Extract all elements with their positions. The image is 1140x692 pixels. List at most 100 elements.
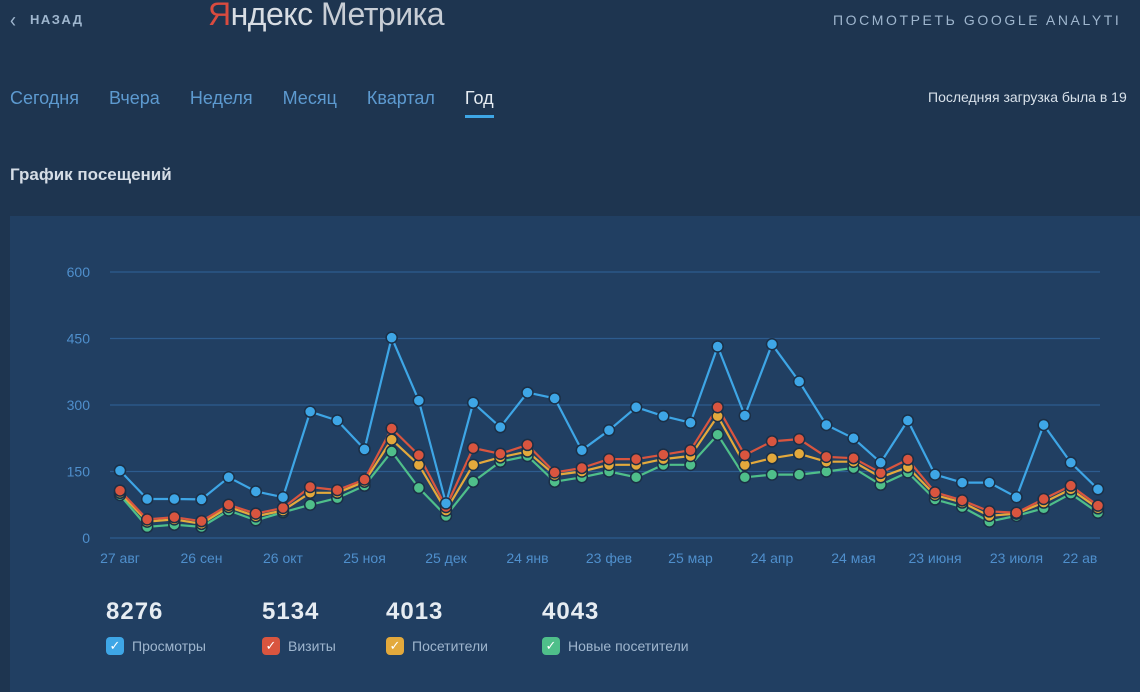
data-point-visits <box>140 513 154 526</box>
data-point-visits <box>1037 492 1050 506</box>
data-point-visits <box>276 501 290 515</box>
checkbox-checked-icon[interactable]: ✓ <box>262 637 280 655</box>
data-point-visitors <box>385 433 398 446</box>
data-point-visits <box>494 447 507 461</box>
legend-new-visitors-toggle[interactable]: ✓ Новые посетители <box>542 637 689 655</box>
data-point-visits <box>222 498 235 511</box>
data-point-visits <box>983 505 996 518</box>
tab-yesterday[interactable]: Вчера <box>109 88 160 118</box>
legend-visits-label: Визиты <box>288 638 336 654</box>
yandex-metrika-logo: Яндекс Метрика <box>208 0 445 33</box>
data-point-visits <box>168 510 181 524</box>
data-point-visits <box>1091 499 1105 512</box>
last-load-status: Последняя загрузка была в 19 <box>928 89 1127 105</box>
legend-new-visitors-label: Новые посетители <box>568 638 689 654</box>
data-point-views <box>168 492 181 506</box>
data-point-views <box>738 409 752 422</box>
data-point-views <box>1037 418 1050 432</box>
data-point-views <box>521 386 534 399</box>
data-point-visits <box>466 441 480 455</box>
y-tick-label: 450 <box>67 331 91 347</box>
tab-year[interactable]: Год <box>464 88 494 118</box>
google-analytics-link[interactable]: ПОСМОТРЕТЬ GOOGLE ANALYTI <box>833 12 1121 28</box>
data-point-new-visitors <box>466 475 480 488</box>
data-point-visits <box>657 448 670 461</box>
checkbox-checked-icon[interactable]: ✓ <box>386 637 404 655</box>
legend-views-toggle[interactable]: ✓ Просмотры <box>106 637 206 655</box>
data-point-visits <box>847 451 860 465</box>
tab-quarter[interactable]: Квартал <box>367 88 435 118</box>
data-point-views <box>874 456 887 469</box>
data-point-visits <box>249 507 263 520</box>
data-point-views <box>412 394 426 407</box>
data-point-visits <box>955 494 969 507</box>
period-tabs: Сегодня Вчера Неделя Месяц Квартал Год <box>10 88 524 118</box>
data-point-new-visitors <box>792 468 806 481</box>
data-point-visits <box>385 422 398 435</box>
data-point-new-visitors <box>385 445 398 458</box>
data-point-visits <box>629 452 643 466</box>
data-point-views <box>140 492 154 506</box>
y-tick-label: 600 <box>67 264 91 280</box>
data-point-views <box>792 375 806 388</box>
data-point-views <box>684 416 697 429</box>
data-point-views <box>602 424 616 437</box>
data-point-visits <box>602 452 616 466</box>
series-line-views <box>119 336 1099 505</box>
data-point-visits <box>738 448 752 462</box>
x-tick-label: 24 апр <box>751 550 794 566</box>
chevron-left-icon: ‹ <box>10 7 16 32</box>
data-point-new-visitors <box>738 471 752 484</box>
legend-visitors-label: Посетители <box>412 638 488 654</box>
data-point-views <box>928 468 942 481</box>
tab-month[interactable]: Месяц <box>283 88 337 118</box>
checkbox-checked-icon[interactable]: ✓ <box>106 637 124 655</box>
data-point-views <box>385 331 398 344</box>
x-tick-label: 25 ноя <box>343 550 386 566</box>
x-tick-label: 26 сен <box>181 550 223 566</box>
data-point-views <box>901 414 915 427</box>
tab-today[interactable]: Сегодня <box>10 88 79 118</box>
data-point-views <box>765 338 779 351</box>
data-point-visits <box>195 514 208 528</box>
data-point-visits <box>412 448 426 462</box>
data-point-visitors <box>792 447 806 461</box>
y-tick-label: 0 <box>82 530 90 546</box>
data-point-views <box>820 418 833 432</box>
logo-word: ндекс <box>230 0 314 32</box>
legend-visitors-toggle[interactable]: ✓ Посетители <box>386 637 488 655</box>
data-point-views <box>629 400 643 414</box>
data-point-views <box>847 432 860 445</box>
back-button[interactable]: ‹ НАЗАД <box>10 7 84 32</box>
data-point-new-visitors <box>629 471 643 484</box>
data-point-visits <box>575 461 589 475</box>
data-point-visits <box>711 400 724 414</box>
data-point-views <box>358 443 371 456</box>
x-tick-label: 25 дек <box>425 550 467 566</box>
x-tick-label: 25 мар <box>668 550 713 566</box>
data-point-views <box>466 396 480 410</box>
x-tick-label: 23 фев <box>586 550 632 566</box>
data-point-visits <box>113 484 127 497</box>
data-point-visits <box>358 473 371 486</box>
tab-week[interactable]: Неделя <box>190 88 253 118</box>
legend-visits-toggle[interactable]: ✓ Визиты <box>262 637 336 655</box>
data-point-views <box>276 490 290 504</box>
data-point-visits <box>928 486 942 499</box>
data-point-views <box>195 493 208 506</box>
data-point-visits <box>303 480 317 494</box>
x-tick-label: 23 июня <box>908 550 961 566</box>
data-point-visits <box>684 443 697 457</box>
checkbox-checked-icon[interactable]: ✓ <box>542 637 560 655</box>
data-point-visits <box>874 466 887 480</box>
data-point-views <box>575 443 589 457</box>
y-tick-label: 150 <box>67 464 91 480</box>
data-point-views <box>657 409 670 423</box>
total-new-visitors: 4043 <box>542 598 600 625</box>
data-point-views <box>1010 490 1023 504</box>
data-point-views <box>1091 482 1105 496</box>
data-point-views <box>222 471 235 484</box>
data-point-new-visitors <box>412 481 426 495</box>
data-point-views <box>494 420 507 434</box>
data-point-views <box>955 476 969 489</box>
